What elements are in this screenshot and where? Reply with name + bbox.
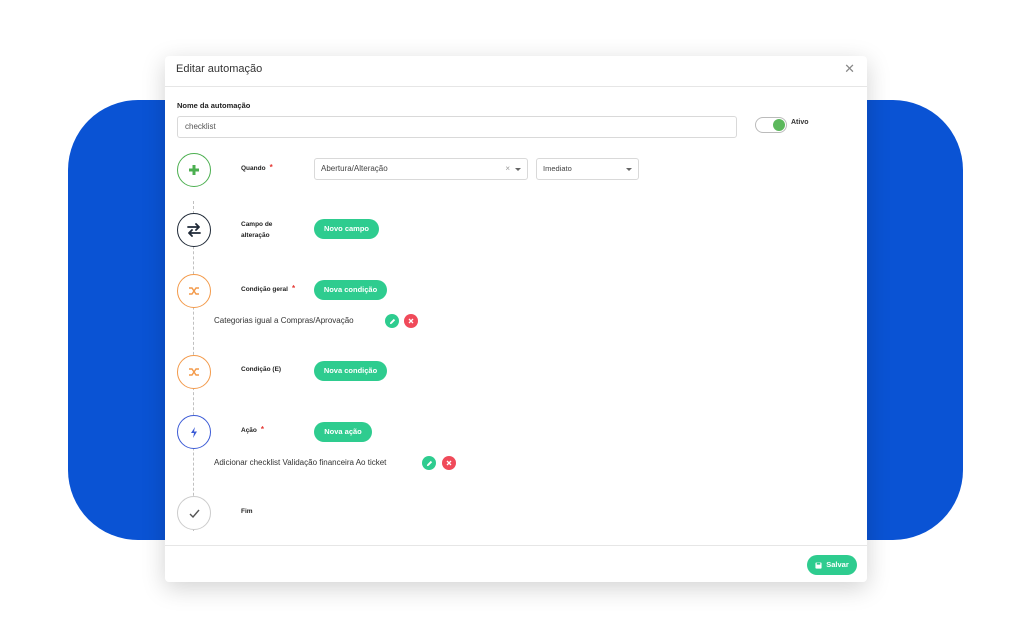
toggle-knob <box>773 119 785 131</box>
modal-header: Editar automação ✕ <box>165 56 867 87</box>
step-label-condicao-e: Condição (E) <box>241 366 282 373</box>
chevron-down-icon <box>626 168 632 171</box>
shuffle-icon <box>177 274 211 308</box>
save-button-label: Salvar <box>826 560 849 569</box>
delete-condition-button[interactable] <box>404 314 418 328</box>
new-field-button[interactable]: Novo campo <box>314 219 379 239</box>
automation-name-input[interactable]: checklist <box>177 116 737 138</box>
plus-icon <box>177 153 211 187</box>
close-icon[interactable]: ✕ <box>844 61 855 77</box>
pencil-icon <box>389 318 395 324</box>
step-label-campo: Campo de alteração <box>241 221 273 239</box>
close-icon <box>446 460 452 466</box>
step-label-quando: Quando * <box>241 163 273 172</box>
timing-select[interactable]: Imediato <box>536 158 639 180</box>
new-action-button[interactable]: Nova ação <box>314 422 372 442</box>
edit-automation-modal: Editar automação ✕ Nome da automação che… <box>165 56 867 582</box>
floppy-disk-icon <box>815 561 822 569</box>
edit-condition-button[interactable] <box>385 314 399 328</box>
timing-select-value: Imediato <box>543 164 572 173</box>
new-general-condition-button[interactable]: Nova condição <box>314 280 387 300</box>
swap-arrows-icon <box>177 213 211 247</box>
step-label-acao: Ação * <box>241 425 265 434</box>
modal-footer: Salvar <box>165 545 867 582</box>
modal-title: Editar automação <box>176 63 263 75</box>
step-label-condicao-geral: Condição geral * <box>241 284 296 293</box>
condition-item-text: Categorias igual a Compras/Aprovação <box>214 316 354 325</box>
trigger-select-value: Abertura/Alteração <box>321 164 388 173</box>
lightning-icon <box>177 415 211 449</box>
active-toggle[interactable] <box>755 117 787 133</box>
delete-action-button[interactable] <box>442 456 456 470</box>
action-item-text: Adicionar checklist Validação financeira… <box>214 458 387 467</box>
trigger-select[interactable]: Abertura/Alteração × <box>314 158 528 180</box>
shuffle-icon <box>177 355 211 389</box>
automation-name-label: Nome da automação <box>177 101 251 110</box>
save-button[interactable]: Salvar <box>807 555 857 575</box>
active-toggle-label: Ativo <box>791 119 809 126</box>
checkmark-icon <box>177 496 211 530</box>
edit-action-button[interactable] <box>422 456 436 470</box>
new-and-condition-button[interactable]: Nova condição <box>314 361 387 381</box>
clear-icon[interactable]: × <box>505 159 510 179</box>
pencil-icon <box>426 460 432 466</box>
close-icon <box>408 318 414 324</box>
chevron-down-icon <box>515 168 521 171</box>
step-label-fim: Fim <box>241 508 253 515</box>
